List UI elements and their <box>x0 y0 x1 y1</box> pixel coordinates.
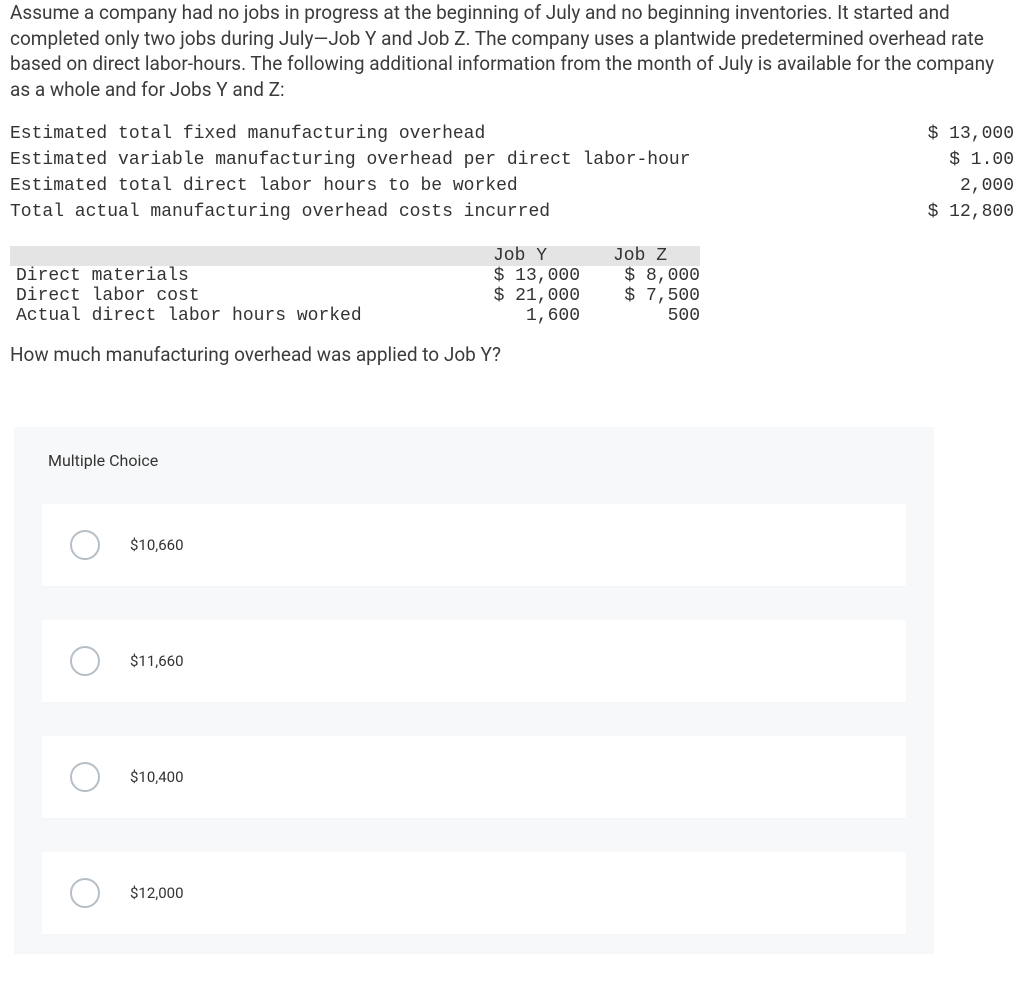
option-label: $10,660 <box>130 536 184 554</box>
overhead-value: $ 12,800 <box>901 199 1014 225</box>
overhead-label: Estimated total fixed manufacturing over… <box>10 121 901 147</box>
jobs-header-blank <box>10 246 460 266</box>
jobs-row-z: $ 8,000 <box>580 266 700 286</box>
jobs-header-z: Job Z <box>580 246 700 266</box>
jobs-row-z: $ 7,500 <box>580 286 700 306</box>
overhead-data-block: Estimated total fixed manufacturing over… <box>10 121 1014 226</box>
overhead-label: Estimated variable manufacturing overhea… <box>10 147 901 173</box>
jobs-row-label: Direct materials <box>10 266 460 286</box>
table-row: Estimated variable manufacturing overhea… <box>10 147 1014 173</box>
multiple-choice-title: Multiple Choice <box>14 451 934 504</box>
radio-icon[interactable] <box>70 646 100 676</box>
overhead-value: 2,000 <box>901 173 1014 199</box>
question-text: How much manufacturing overhead was appl… <box>10 342 1014 368</box>
overhead-label: Estimated total direct labor hours to be… <box>10 173 901 199</box>
option-label: $10,400 <box>130 768 184 786</box>
radio-icon[interactable] <box>70 878 100 908</box>
multiple-choice-block: Multiple Choice $10,660 $11,660 $10,400 … <box>14 427 934 954</box>
option-row[interactable]: $10,400 <box>42 736 906 818</box>
table-row: Total actual manufacturing overhead cost… <box>10 199 1014 225</box>
table-row: Direct labor cost $ 21,000 $ 7,500 <box>10 286 700 306</box>
jobs-data-block: Job Y Job Z Direct materials $ 13,000 $ … <box>10 246 1014 326</box>
jobs-row-y: $ 13,000 <box>460 266 580 286</box>
option-label: $11,660 <box>130 652 184 670</box>
jobs-row-y: 1,600 <box>460 306 580 326</box>
option-row[interactable]: $11,660 <box>42 620 906 702</box>
overhead-value: $ 13,000 <box>901 121 1014 147</box>
table-row: Estimated total direct labor hours to be… <box>10 173 1014 199</box>
jobs-row-label: Actual direct labor hours worked <box>10 306 460 326</box>
radio-icon[interactable] <box>70 762 100 792</box>
problem-intro: Assume a company had no jobs in progress… <box>10 0 1014 103</box>
radio-icon[interactable] <box>70 530 100 560</box>
jobs-header-y: Job Y <box>460 246 580 266</box>
table-row: Actual direct labor hours worked 1,600 5… <box>10 306 700 326</box>
table-row: Direct materials $ 13,000 $ 8,000 <box>10 266 700 286</box>
option-row[interactable]: $12,000 <box>42 852 906 934</box>
jobs-row-z: 500 <box>580 306 700 326</box>
jobs-row-y: $ 21,000 <box>460 286 580 306</box>
option-row[interactable]: $10,660 <box>42 504 906 586</box>
option-label: $12,000 <box>130 884 184 902</box>
overhead-label: Total actual manufacturing overhead cost… <box>10 199 901 225</box>
overhead-value: $ 1.00 <box>901 147 1014 173</box>
jobs-row-label: Direct labor cost <box>10 286 460 306</box>
table-row: Estimated total fixed manufacturing over… <box>10 121 1014 147</box>
